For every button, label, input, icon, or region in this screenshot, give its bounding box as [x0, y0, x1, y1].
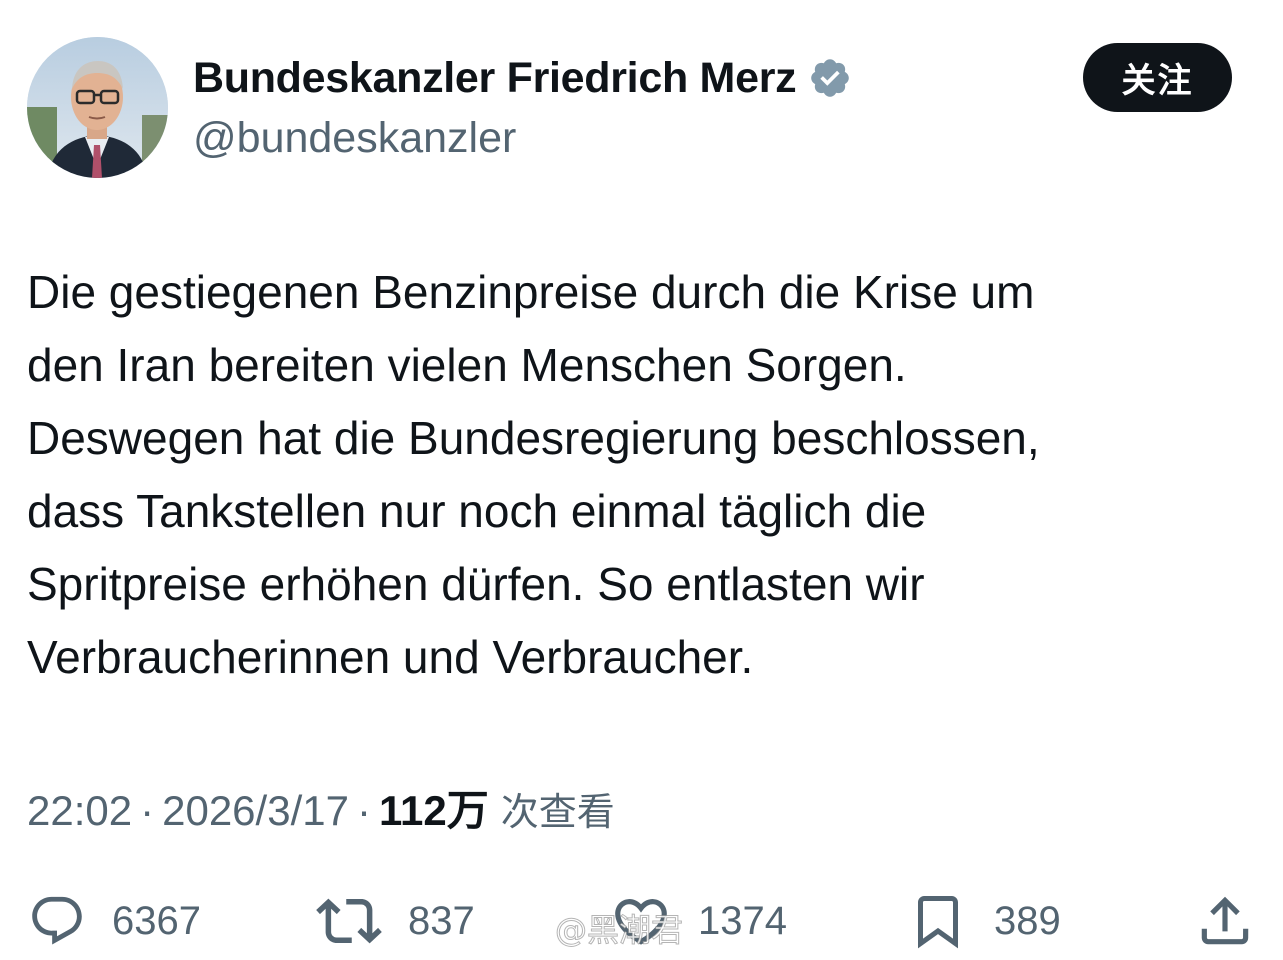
share-upload-icon[interactable] — [1194, 890, 1256, 952]
views-label: 次查看 — [500, 790, 615, 834]
tweet-date[interactable]: 2026/3/17 — [162, 786, 349, 836]
bookmark-button[interactable]: 389 — [908, 885, 1061, 957]
speech-bubble-icon[interactable] — [28, 892, 86, 950]
retweet-button[interactable]: 837 — [316, 885, 475, 957]
like-count: 1374 — [698, 899, 787, 943]
meta-separator: · — [140, 787, 155, 834]
follow-button[interactable]: 关注 — [1083, 43, 1232, 112]
avatar[interactable] — [27, 37, 168, 178]
tweet-card: Bundeskanzler Friedrich Merz @bundeskanz… — [0, 0, 1283, 960]
retweet-count: 837 — [408, 899, 475, 943]
bookmark-count: 389 — [994, 899, 1061, 943]
tweet-text-line: Spritpreise erhöhen dürfen. So entlasten… — [27, 558, 925, 610]
reply-button[interactable]: 6367 — [28, 885, 201, 957]
tweet-meta: 22:02 · 2026/3/17 · 112万 次查看 — [27, 786, 615, 837]
tweet-text-line: dass Tankstellen nur noch einmal täglich… — [27, 485, 927, 537]
heart-icon[interactable] — [610, 890, 672, 952]
bookmark-icon[interactable] — [908, 891, 968, 951]
retweet-arrows-icon[interactable] — [316, 888, 382, 954]
meta-separator: · — [356, 787, 371, 834]
action-bar: 6367 837 1374 389 — [0, 885, 1283, 960]
avatar-image — [27, 37, 168, 178]
author-display-name[interactable]: Bundeskanzler Friedrich Merz — [193, 54, 797, 102]
tweet-time[interactable]: 22:02 — [27, 786, 132, 836]
like-button[interactable]: 1374 — [610, 885, 787, 957]
tweet-text-line: Deswegen hat die Bundesregierung beschlo… — [27, 412, 1040, 464]
verified-badge-icon[interactable] — [808, 56, 852, 100]
tweet-text-line: Die gestiegenen Benzinpreise durch die K… — [27, 266, 1035, 318]
reply-count: 6367 — [112, 899, 201, 943]
author-name-row[interactable]: Bundeskanzler Friedrich Merz — [193, 54, 852, 102]
author-handle[interactable]: @bundeskanzler — [193, 114, 516, 162]
tweet-text-line: den Iran bereiten vielen Menschen Sorgen… — [27, 339, 907, 391]
share-button[interactable] — [1194, 885, 1256, 957]
tweet-text: Die gestiegenen Benzinpreise durch die K… — [27, 256, 1257, 694]
tweet-text-line: Verbraucherinnen und Verbraucher. — [27, 631, 754, 683]
views-count[interactable]: 112万 — [379, 786, 489, 836]
